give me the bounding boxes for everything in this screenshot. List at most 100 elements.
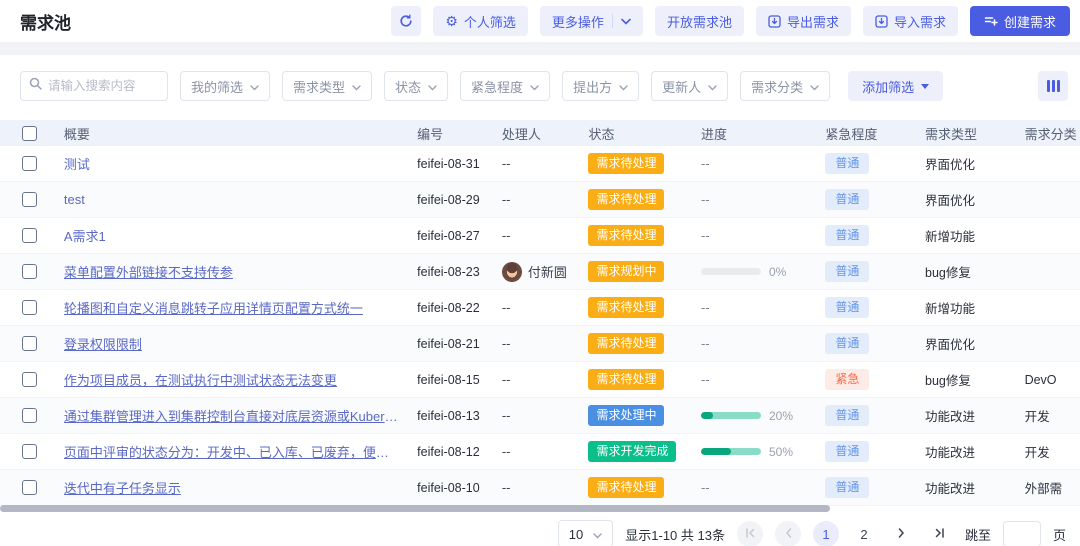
handler-avatar	[501, 261, 522, 282]
export-label: 导出需求	[786, 14, 839, 30]
row-checkbox[interactable]	[22, 408, 37, 423]
column-header-category[interactable]: 需求分类	[1017, 124, 1080, 143]
page-size-select[interactable]: 10	[557, 520, 614, 546]
requirement-summary-link[interactable]: 迭代中有子任务显示	[64, 478, 181, 497]
previous-page-button[interactable]	[774, 521, 801, 546]
top-header: 需求池 ⚙ 个人筛选 更多操作 开放需求池 导出需求 导入需求 创建需求	[0, 0, 1080, 42]
table-row[interactable]: 测试 feifei-08-31 -- 需求待处理 -- 普通 界面优化	[0, 146, 1080, 182]
column-header-type[interactable]: 需求类型	[917, 124, 1017, 143]
table-row[interactable]: 迭代中有子任务显示 feifei-08-10 -- 需求待处理 -- 普通 功能…	[0, 470, 1080, 506]
requirement-summary-link[interactable]: 登录权限限制	[64, 334, 142, 353]
row-checkbox[interactable]	[22, 300, 37, 315]
filter-chip-category[interactable]: 需求分类	[740, 71, 831, 101]
refresh-button[interactable]	[391, 6, 422, 36]
page-button-2[interactable]: 2	[851, 521, 877, 546]
column-header-status[interactable]: 状态	[580, 124, 693, 143]
table-row[interactable]: test feifei-08-29 -- 需求待处理 -- 普通 界面优化	[0, 182, 1080, 218]
row-checkbox[interactable]	[22, 228, 37, 243]
add-list-icon	[984, 15, 998, 28]
chip-label: 更新人	[662, 79, 702, 95]
more-actions-button[interactable]: 更多操作	[539, 6, 643, 36]
search-input[interactable]	[48, 79, 159, 93]
requirement-summary-link[interactable]: 页面中评审的状态分为：开发中、已入库、已废弃，便于回溯…	[64, 442, 401, 461]
requirement-summary-link[interactable]: 测试	[64, 154, 90, 173]
handler-name: --	[501, 480, 511, 495]
progress-track	[700, 412, 761, 419]
requirement-summary-link[interactable]: 作为项目成员，在测试执行中测试状态无法变更	[64, 370, 337, 389]
filter-chip-urgency[interactable]: 紧急程度	[460, 71, 551, 101]
add-filter-button[interactable]: 添加筛选	[848, 71, 944, 101]
open-pool-button[interactable]: 开放需求池	[654, 6, 744, 36]
requirement-type: bug修复	[925, 374, 971, 388]
status-badge: 需求待处理	[588, 477, 665, 498]
button-divider	[611, 14, 613, 28]
jump-to-page-input[interactable]	[1002, 521, 1041, 546]
column-header-progress[interactable]: 进度	[693, 124, 817, 143]
horizontal-scrollbar-thumb[interactable]	[0, 505, 830, 512]
column-header-code[interactable]: 编号	[409, 124, 494, 143]
last-page-button[interactable]	[927, 521, 953, 546]
chevron-down-icon	[708, 79, 717, 94]
search-box[interactable]	[20, 71, 168, 101]
handler-cell: --	[494, 300, 581, 315]
filter-chip-my-filters[interactable]: 我的筛选	[180, 71, 271, 101]
row-checkbox[interactable]	[22, 192, 37, 207]
next-page-button[interactable]	[889, 521, 915, 546]
table-row[interactable]: A需求1 feifei-08-27 -- 需求待处理 -- 普通 新增功能	[0, 218, 1080, 254]
column-header-urgency[interactable]: 紧急程度	[817, 124, 917, 143]
handler-cell: --	[494, 336, 581, 351]
row-checkbox[interactable]	[22, 336, 37, 351]
table-row[interactable]: 作为项目成员，在测试执行中测试状态无法变更 feifei-08-15 -- 需求…	[0, 362, 1080, 398]
progress-bar: 50%	[700, 445, 793, 459]
progress-track	[700, 268, 761, 275]
handler-cell: --	[494, 444, 581, 459]
export-button[interactable]: 导出需求	[755, 6, 851, 36]
handler-cell: --	[494, 480, 581, 495]
requirement-type: bug修复	[925, 266, 971, 280]
progress-empty: --	[700, 156, 710, 171]
column-settings-button[interactable]	[1038, 71, 1068, 101]
import-icon	[875, 14, 888, 28]
personal-filter-button[interactable]: ⚙ 个人筛选	[433, 6, 528, 36]
requirement-summary-link[interactable]: 轮播图和自定义消息跳转子应用详情页配置方式统一	[64, 298, 363, 317]
first-page-button[interactable]	[736, 521, 763, 546]
requirement-summary-link[interactable]: test	[64, 192, 85, 207]
requirement-type: 功能改进	[925, 446, 976, 460]
handler-cell: --	[494, 228, 581, 243]
chevron-down-icon	[530, 79, 539, 94]
filter-chip-requirement-type[interactable]: 需求类型	[282, 71, 373, 101]
handler-name: --	[501, 408, 511, 423]
next-page-icon	[898, 527, 906, 542]
requirement-summary-link[interactable]: A需求1	[64, 226, 106, 245]
import-button[interactable]: 导入需求	[862, 6, 958, 36]
export-icon	[768, 14, 781, 28]
chip-label: 提出方	[573, 79, 613, 95]
table-row[interactable]: 通过集群管理进入到集群控制台直接对底层资源或Kubernetes… feifei…	[0, 398, 1080, 434]
create-requirement-button[interactable]: 创建需求	[969, 6, 1070, 36]
row-checkbox[interactable]	[22, 156, 37, 171]
table-row[interactable]: 轮播图和自定义消息跳转子应用详情页配置方式统一 feifei-08-22 -- …	[0, 290, 1080, 326]
page-button-1[interactable]: 1	[812, 521, 839, 546]
row-checkbox[interactable]	[22, 264, 37, 279]
row-checkbox[interactable]	[22, 480, 37, 495]
table-row[interactable]: 页面中评审的状态分为：开发中、已入库、已废弃，便于回溯… feifei-08-1…	[0, 434, 1080, 470]
row-checkbox[interactable]	[22, 372, 37, 387]
column-header-summary[interactable]: 概要	[56, 124, 409, 143]
column-header-handler[interactable]: 处理人	[494, 124, 581, 143]
filter-chip-proposer[interactable]: 提出方	[562, 71, 640, 101]
chip-label: 我的筛选	[191, 79, 244, 95]
select-all-checkbox[interactable]	[22, 125, 37, 141]
filter-chip-updater[interactable]: 更新人	[651, 71, 729, 101]
table-row[interactable]: 菜单配置外部链接不支持传参 feifei-08-23 付新圆 需求规划中 0% …	[0, 254, 1080, 290]
requirement-summary-link[interactable]: 菜单配置外部链接不支持传参	[64, 262, 233, 281]
filter-bar: 我的筛选 需求类型 状态 紧急程度 提出方 更新人 需求分类 添加筛选	[0, 71, 1080, 101]
requirement-summary-link[interactable]: 通过集群管理进入到集群控制台直接对底层资源或Kubernetes…	[64, 406, 401, 425]
progress-fill	[700, 448, 731, 455]
row-checkbox[interactable]	[22, 444, 37, 459]
first-page-icon	[744, 527, 756, 542]
table-row[interactable]: 登录权限限制 feifei-08-21 -- 需求待处理 -- 普通 界面优化	[0, 326, 1080, 362]
urgency-badge: 普通	[825, 441, 870, 462]
requirement-code: feifei-08-29	[417, 192, 480, 207]
filter-chip-status[interactable]: 状态	[384, 71, 449, 101]
status-badge: 需求待处理	[588, 225, 665, 246]
